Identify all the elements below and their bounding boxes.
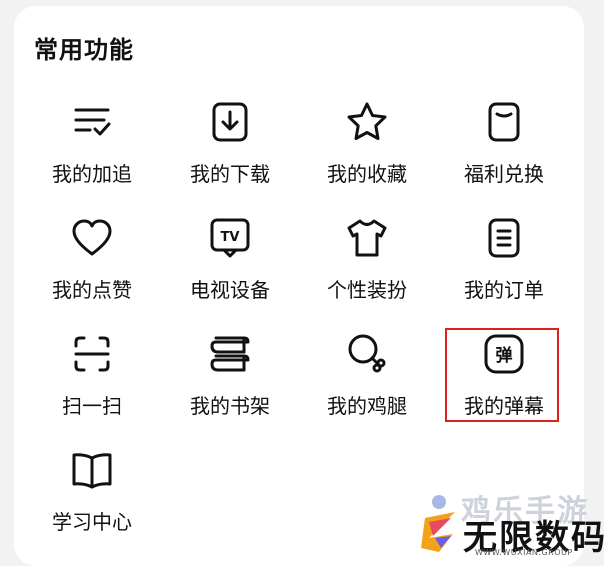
grid-item-drumstick[interactable]: 我的鸡腿 bbox=[307, 332, 427, 432]
item-label: 我的鸡腿 bbox=[327, 394, 407, 418]
order-icon bbox=[482, 216, 526, 260]
bookshelf-icon bbox=[208, 332, 252, 376]
grid-item-learning-center[interactable]: 学习中心 bbox=[32, 448, 152, 548]
grid-item-download[interactable]: 我的下载 bbox=[170, 100, 290, 200]
tv-icon: TV bbox=[208, 216, 252, 260]
tshirt-icon bbox=[345, 216, 389, 260]
item-label: 我的订单 bbox=[464, 278, 544, 302]
item-label: 我的收藏 bbox=[327, 162, 407, 186]
watermark-logo-icon bbox=[421, 495, 455, 552]
item-label: 扫一扫 bbox=[62, 394, 122, 418]
item-label: 福利兑换 bbox=[464, 162, 544, 186]
grid-item-bookshelf[interactable]: 我的书架 bbox=[170, 332, 290, 432]
grid-item-scan[interactable]: 扫一扫 bbox=[32, 332, 152, 432]
scan-icon bbox=[70, 332, 114, 376]
grid-item-favorites[interactable]: 我的收藏 bbox=[307, 100, 427, 200]
item-label: 我的点赞 bbox=[52, 278, 132, 302]
heart-icon bbox=[70, 216, 114, 260]
grid-item-follow[interactable]: 我的加追 bbox=[32, 100, 152, 200]
grid-item-likes[interactable]: 我的点赞 bbox=[32, 216, 152, 316]
list-check-icon bbox=[70, 100, 114, 144]
item-label: 我的书架 bbox=[190, 394, 270, 418]
grid-item-rewards[interactable]: 福利兑换 bbox=[444, 100, 564, 200]
grid-item-orders[interactable]: 我的订单 bbox=[444, 216, 564, 316]
star-icon bbox=[345, 100, 389, 144]
item-label: 电视设备 bbox=[190, 278, 270, 302]
section-title: 常用功能 bbox=[34, 36, 134, 64]
download-icon bbox=[208, 100, 252, 144]
drumstick-icon bbox=[345, 332, 389, 376]
item-label: 我的下载 bbox=[190, 162, 270, 186]
grid-item-dressup[interactable]: 个性装扮 bbox=[307, 216, 427, 316]
watermark: 鸡乐手游 无限数码 WWW.WUXIAN.GROUP bbox=[415, 486, 604, 558]
highlight-frame bbox=[445, 328, 559, 422]
tv-icon-text: TV bbox=[221, 230, 240, 245]
grid-item-tv-devices[interactable]: TV 电视设备 bbox=[170, 216, 290, 316]
item-label: 我的加追 bbox=[52, 162, 132, 186]
item-label: 个性装扮 bbox=[327, 278, 407, 302]
book-icon bbox=[70, 448, 114, 492]
voucher-icon bbox=[482, 100, 526, 144]
watermark-url: WWW.WUXIAN.GROUP bbox=[475, 548, 573, 557]
item-label: 学习中心 bbox=[52, 510, 132, 534]
